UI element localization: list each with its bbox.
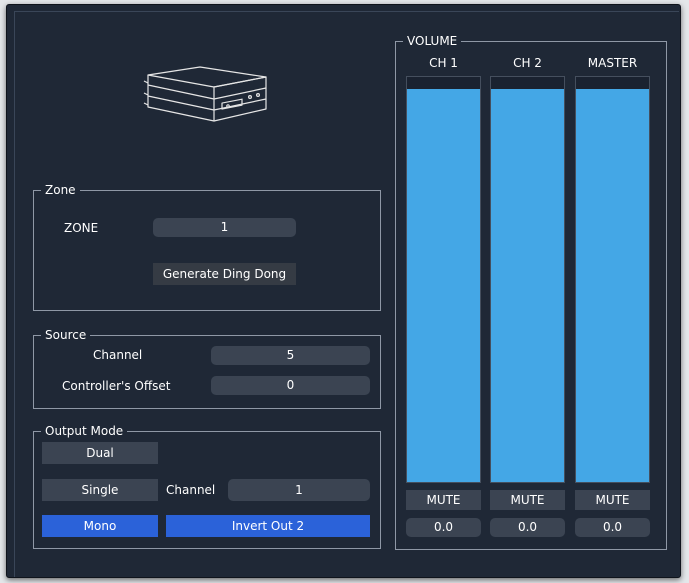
- single-mode-button[interactable]: Single: [42, 479, 158, 501]
- master-volume-level: [576, 89, 649, 482]
- master-label: MASTER: [587, 56, 638, 70]
- ch2-label: CH 2: [513, 56, 542, 70]
- ch1-volume-value[interactable]: 0.0: [406, 518, 481, 537]
- master-mute-button[interactable]: MUTE: [575, 490, 650, 510]
- generate-ding-dong-button[interactable]: Generate Ding Dong: [153, 263, 296, 285]
- master-volume-slider[interactable]: [575, 76, 650, 483]
- ch1-label: CH 1: [429, 56, 458, 70]
- master-volume-value[interactable]: 0.0: [575, 518, 650, 537]
- controller-offset-label: Controller's Offset: [62, 379, 171, 393]
- ch1-mute-button[interactable]: MUTE: [406, 490, 481, 510]
- source-channel-input[interactable]: 5: [211, 346, 370, 365]
- output-channel-input[interactable]: 1: [228, 479, 370, 501]
- ch2-volume-value[interactable]: 0.0: [490, 518, 565, 537]
- invert-out-2-button[interactable]: Invert Out 2: [166, 515, 370, 537]
- ch1-volume-level: [407, 89, 480, 482]
- output-mode-group-title: Output Mode: [41, 423, 128, 439]
- zone-group-title: Zone: [41, 182, 80, 198]
- mono-mode-button[interactable]: Mono: [42, 515, 158, 537]
- source-group-title: Source: [41, 327, 91, 343]
- source-channel-label: Channel: [93, 348, 143, 362]
- controller-offset-input[interactable]: 0: [211, 376, 370, 395]
- volume-group-title: VOLUME: [403, 33, 462, 49]
- audio-device-icon: [143, 66, 267, 122]
- zone-input[interactable]: 1: [153, 218, 296, 237]
- zone-label: ZONE: [64, 221, 99, 235]
- dual-mode-button[interactable]: Dual: [42, 442, 158, 464]
- ch2-volume-level: [491, 89, 564, 482]
- ch2-volume-slider[interactable]: [490, 76, 565, 483]
- zone-group: Zone: [33, 182, 381, 311]
- ch1-volume-slider[interactable]: [406, 76, 481, 483]
- ch2-mute-button[interactable]: MUTE: [490, 490, 565, 510]
- output-channel-label: Channel: [166, 483, 216, 497]
